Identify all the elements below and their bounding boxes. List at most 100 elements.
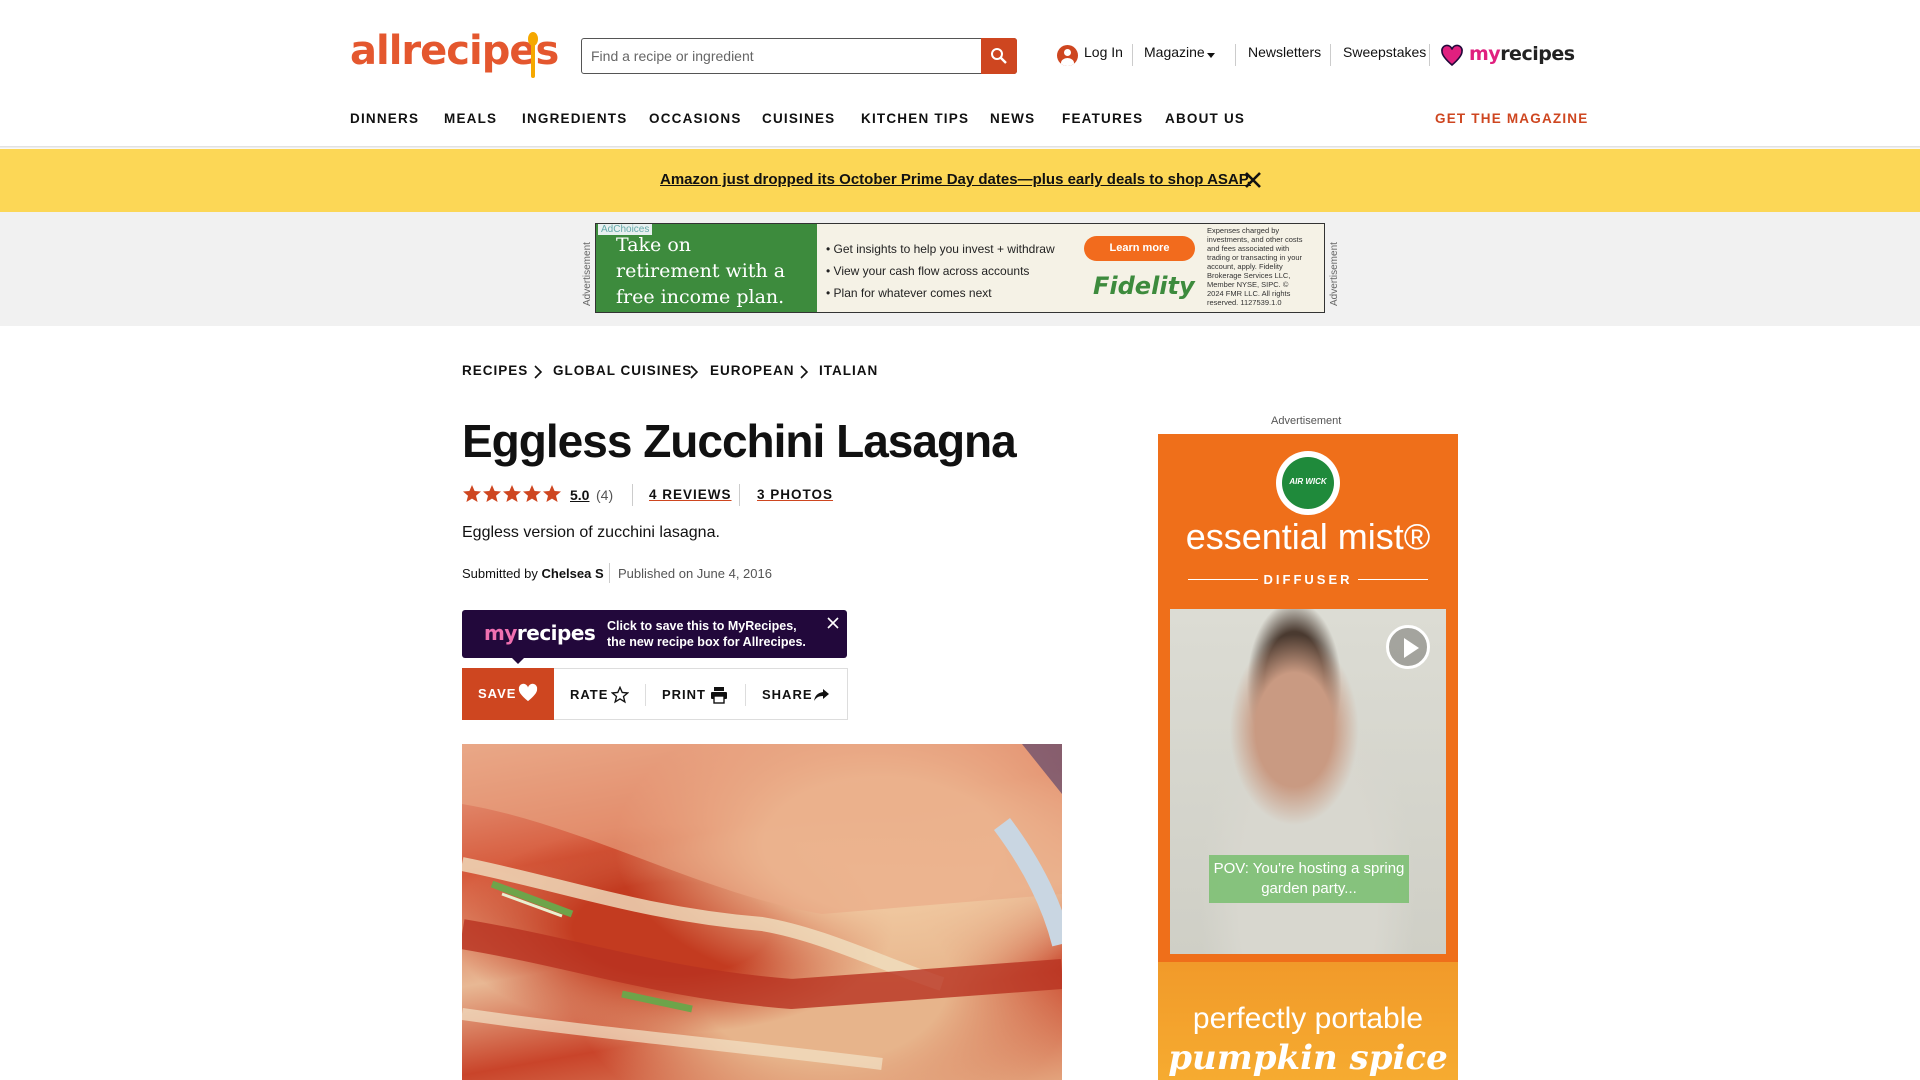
- rating-count: (4): [596, 487, 614, 503]
- account-icon[interactable]: [1057, 45, 1078, 66]
- divider: [645, 684, 646, 706]
- star-icon: [543, 485, 561, 502]
- airwick-badge-text: AIR WICK: [1289, 477, 1327, 486]
- myrecipes-promo[interactable]: myrecipes Click to save this to MyRecipe…: [462, 610, 847, 658]
- published-date: Published on June 4, 2016: [618, 566, 772, 581]
- divider: [745, 684, 746, 706]
- rating-value: 5.0: [570, 487, 590, 503]
- star-icon: [463, 485, 481, 502]
- heart-icon[interactable]: [1440, 44, 1464, 68]
- divider: [1429, 44, 1430, 66]
- nav-occasions[interactable]: OCCASIONS: [649, 111, 742, 126]
- recipe-actions: SAVE RATE PRINT SHARE: [462, 668, 848, 720]
- newsletters-link[interactable]: Newsletters: [1248, 44, 1321, 60]
- nav-ingredients[interactable]: INGREDIENTS: [522, 111, 627, 126]
- submitted-by-label: Submitted by: [462, 566, 538, 581]
- star-icon: [503, 485, 521, 502]
- share-arrow-icon[interactable]: [813, 687, 830, 703]
- advertisement-label: Advertisement: [1329, 242, 1340, 306]
- divider: [739, 484, 740, 506]
- promo-logo-rec: recipes: [516, 621, 596, 645]
- author-link[interactable]: Chelsea S: [542, 566, 604, 581]
- divider: [1358, 579, 1428, 580]
- star-outline-icon[interactable]: [611, 686, 629, 704]
- magazine-menu[interactable]: Magazine: [1144, 44, 1205, 60]
- promo-logo-my: my: [484, 621, 517, 645]
- chevron-down-icon[interactable]: [1207, 53, 1215, 58]
- nav-meals[interactable]: MEALS: [444, 111, 497, 126]
- promo-text-line: Click to save this to MyRecipes,: [607, 619, 797, 633]
- divider: [1235, 44, 1236, 66]
- promo-pointer: [510, 656, 526, 664]
- lasagna-illustration: [462, 744, 1062, 1070]
- rate-button[interactable]: RATE: [570, 687, 608, 702]
- divider: [1330, 44, 1331, 66]
- myrecipes-link[interactable]: myrecipes: [1469, 43, 1575, 65]
- divider: [609, 563, 610, 583]
- breadcrumb-italian[interactable]: ITALIAN: [819, 363, 878, 378]
- video-caption: POV: You're hosting a spring garden part…: [1209, 855, 1409, 903]
- recipe-title: Eggless Zucchini Lasagna: [462, 415, 1017, 467]
- byline: Submitted by Chelsea S: [462, 566, 604, 581]
- adchoices-badge[interactable]: AdChoices: [598, 224, 653, 235]
- breadcrumb-european[interactable]: EUROPEAN: [710, 363, 795, 378]
- ad-tagline: perfectly portable: [1192, 1002, 1424, 1035]
- sidebar-ad[interactable]: AIR WICK essential mist® DIFFUSER POV: Y…: [1158, 434, 1458, 1080]
- nav-dinners[interactable]: DINNERS: [350, 111, 419, 126]
- star-icon: [523, 485, 541, 502]
- ad-learn-more-button[interactable]: Learn more: [1084, 236, 1195, 261]
- ad-product-name: essential mist®: [1185, 516, 1431, 557]
- nav-kitchen-tips[interactable]: KITCHEN TIPS: [861, 111, 969, 126]
- close-icon[interactable]: [1244, 171, 1262, 189]
- ad-fine-print: Expenses charged by investments, and oth…: [1207, 226, 1303, 307]
- divider: [1132, 44, 1133, 66]
- logo-spoon-stem: [531, 44, 535, 78]
- advertisement-label: Advertisement: [582, 242, 593, 306]
- login-link[interactable]: Log In: [1084, 44, 1123, 60]
- ad-green-panel: Take on retirement with a free income pl…: [596, 224, 817, 312]
- chevron-right-icon: [690, 365, 699, 379]
- breadcrumb-recipes[interactable]: RECIPES: [462, 363, 528, 378]
- ad-scent: pumpkin spice: [1168, 1038, 1448, 1078]
- photos-link[interactable]: 3 PHOTOS: [757, 487, 833, 502]
- ad-bullets: • Get insights to help you invest + with…: [826, 238, 1055, 304]
- save-label: SAVE: [478, 686, 517, 701]
- divider: [632, 484, 633, 506]
- promo-text-line: the new recipe box for Allrecipes.: [607, 635, 806, 649]
- nav-about-us[interactable]: ABOUT US: [1165, 111, 1245, 126]
- ad-bullet: • Plan for whatever comes next: [826, 286, 992, 300]
- play-icon[interactable]: [1386, 625, 1430, 669]
- ad-bullet: • View your cash flow across accounts: [826, 264, 1030, 278]
- search-box: [581, 38, 1017, 74]
- close-icon[interactable]: [827, 617, 839, 629]
- nav-cuisines[interactable]: CUISINES: [762, 111, 835, 126]
- get-magazine-link[interactable]: GET THE MAGAZINE: [1435, 111, 1588, 126]
- reviews-link[interactable]: 4 REVIEWS: [649, 487, 732, 502]
- banner-link[interactable]: Amazon just dropped its October Prime Da…: [660, 171, 1251, 188]
- search-input[interactable]: [582, 39, 982, 73]
- advertisement-label: Advertisement: [1271, 415, 1342, 427]
- chevron-right-icon: [534, 365, 543, 379]
- allrecipes-logo[interactable]: allrecipes: [350, 28, 559, 74]
- search-button[interactable]: [981, 38, 1017, 74]
- ad-video[interactable]: POV: You're hosting a spring garden part…: [1170, 609, 1446, 954]
- save-button[interactable]: SAVE: [462, 668, 554, 720]
- star-rating[interactable]: [462, 484, 564, 504]
- ad-headline: Take on retirement with a free income pl…: [616, 234, 786, 308]
- star-icon: [483, 485, 501, 502]
- myrecipes-my: my: [1469, 43, 1501, 65]
- print-button[interactable]: PRINT: [662, 687, 706, 702]
- share-button[interactable]: SHARE: [762, 687, 813, 702]
- sweepstakes-link[interactable]: Sweepstakes: [1343, 44, 1426, 60]
- top-ad[interactable]: Take on retirement with a free income pl…: [595, 223, 1325, 313]
- breadcrumb-global-cuisines[interactable]: GLOBAL CUISINES: [553, 363, 692, 378]
- search-icon: [991, 48, 1007, 64]
- recipe-photo[interactable]: [462, 744, 1062, 1080]
- nav-news[interactable]: NEWS: [990, 111, 1035, 126]
- recipe-description: Eggless version of zucchini lasagna.: [462, 524, 720, 541]
- nav-features[interactable]: FEATURES: [1062, 111, 1143, 126]
- printer-icon[interactable]: [710, 686, 728, 704]
- heart-icon: [518, 683, 538, 702]
- myrecipes-promo-logo: myrecipes: [484, 621, 596, 645]
- fidelity-logo: Fidelity: [1093, 272, 1195, 300]
